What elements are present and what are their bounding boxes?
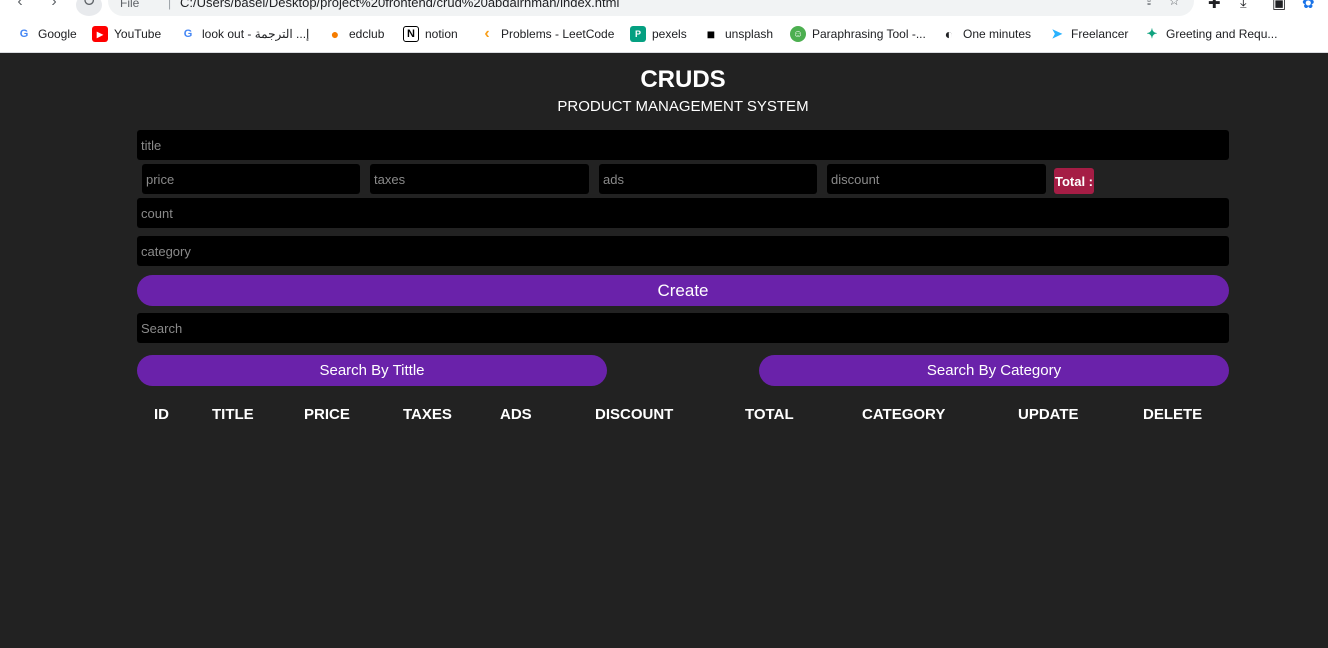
search-by-title-button[interactable]: Search By Tittle — [137, 355, 607, 386]
column-header-taxes: TAXES — [403, 406, 452, 423]
address-divider: | — [168, 0, 172, 10]
notion-icon: N — [403, 26, 419, 42]
bookmark-label: edclub — [349, 27, 385, 41]
column-header-title: TITLE — [212, 406, 254, 423]
bookmark-label: Greeting and Requ... — [1166, 27, 1278, 41]
total-badge: Total : — [1054, 168, 1094, 194]
bookmark-label: pexels — [652, 27, 687, 41]
bookmark-translate[interactable]: G look out - إ... الترجمة — [180, 24, 310, 44]
bookmark-label: notion — [425, 27, 458, 41]
bookmarks-bar: G Google ▶ YouTube G look out - إ... الت… — [0, 24, 1328, 44]
bookmark-leetcode[interactable]: ‹ Problems - LeetCode — [479, 24, 614, 44]
bookmark-pexels[interactable]: P pexels — [630, 24, 687, 44]
search-by-category-button[interactable]: Search By Category — [759, 355, 1229, 386]
bookmark-label: One minutes — [963, 27, 1032, 41]
address-bar-row: ‹ › ↻ File | C:/Users/basel/Desktop/proj… — [0, 0, 1328, 18]
title-input[interactable] — [137, 130, 1229, 160]
bookmark-label: Google — [38, 27, 77, 41]
bookmark-notion[interactable]: N notion — [403, 24, 458, 44]
back-icon[interactable]: ‹ — [10, 0, 30, 14]
category-input[interactable] — [137, 236, 1229, 266]
search-input[interactable] — [137, 313, 1229, 343]
column-header-price: PRICE — [304, 406, 350, 423]
share-icon[interactable]: ⇪ — [1144, 0, 1154, 8]
bookmark-edclub[interactable]: ● edclub — [327, 24, 385, 44]
chatgpt-icon: ✦ — [1146, 26, 1158, 41]
browser-chrome: ‹ › ↻ File | C:/Users/basel/Desktop/proj… — [0, 0, 1328, 53]
column-header-id: ID — [154, 406, 169, 423]
bookmark-label: YouTube — [114, 27, 162, 41]
bookmark-label: unsplash — [725, 27, 774, 41]
price-input[interactable] — [142, 164, 360, 194]
page-subtitle: PRODUCT MANAGEMENT SYSTEM — [557, 98, 809, 115]
bookmark-unsplash[interactable]: ■ unsplash — [703, 24, 773, 44]
bookmark-freelancer[interactable]: ➤ Freelancer — [1049, 24, 1129, 44]
taxes-input[interactable] — [370, 164, 589, 194]
column-header-total: TOTAL — [745, 406, 794, 423]
column-header-update: UPDATE — [1018, 406, 1079, 423]
translate-icon: G — [183, 28, 193, 40]
bookmark-label: Paraphrasing Tool -... — [812, 27, 926, 41]
bookmark-paraphrasing[interactable]: ☺ Paraphrasing Tool -... — [790, 24, 926, 44]
app-header: CRUDS PRODUCT MANAGEMENT SYSTEM — [0, 66, 1328, 115]
unsplash-icon: ■ — [706, 26, 716, 42]
bookmark-google[interactable]: G Google — [16, 24, 77, 44]
bookmark-one-minutes[interactable]: ◐ One minutes — [941, 24, 1031, 44]
column-header-discount: DISCOUNT — [595, 406, 674, 423]
profile-icon[interactable]: ✿ — [1302, 0, 1315, 12]
paraphrasing-icon: ☺ — [790, 26, 806, 42]
forward-icon[interactable]: › — [44, 0, 64, 14]
bookmark-label: look out - إ... الترجمة — [202, 27, 310, 41]
column-header-ads: ADS — [500, 406, 532, 423]
column-header-category: CATEGORY — [862, 406, 946, 423]
sidepanel-icon[interactable]: ▣ — [1272, 0, 1286, 12]
page-info-label[interactable]: File — [120, 0, 139, 10]
download-icon[interactable]: ⤓ — [1240, 0, 1247, 11]
create-button[interactable]: Create — [137, 275, 1229, 306]
leetcode-icon: ‹ — [484, 25, 490, 42]
bookmark-chatgpt[interactable]: ✦ Greeting and Requ... — [1144, 24, 1278, 44]
pexels-icon: P — [630, 26, 646, 42]
freelancer-icon: ➤ — [1051, 26, 1063, 41]
address-bar[interactable]: File | C:/Users/basel/Desktop/project%20… — [108, 0, 1194, 16]
google-icon: G — [19, 28, 29, 40]
discount-input[interactable] — [827, 164, 1046, 194]
column-header-delete: DELETE — [1143, 406, 1203, 423]
bookmark-star-icon[interactable]: ☆ — [1168, 0, 1180, 9]
address-url[interactable]: C:/Users/basel/Desktop/project%20fronten… — [180, 0, 619, 10]
count-input[interactable] — [137, 198, 1229, 228]
youtube-icon: ▶ — [92, 26, 108, 42]
bookmark-label: Freelancer — [1071, 27, 1129, 41]
edclub-icon: ● — [330, 26, 340, 42]
page-title: CRUDS — [640, 66, 726, 93]
bookmark-youtube[interactable]: ▶ YouTube — [92, 24, 161, 44]
bookmark-label: Problems - LeetCode — [501, 27, 615, 41]
extensions-icon[interactable]: ✚ — [1208, 0, 1221, 12]
reload-icon[interactable]: ↻ — [76, 0, 102, 16]
globe-icon: ◐ — [944, 26, 954, 42]
ads-input[interactable] — [599, 164, 817, 194]
